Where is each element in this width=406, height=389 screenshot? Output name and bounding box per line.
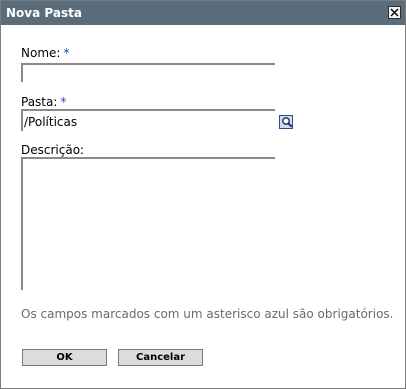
name-field[interactable] [21, 63, 275, 85]
magnifier-icon [282, 117, 293, 128]
folder-label-text: Pasta: [21, 95, 58, 109]
name-label: Nome: * [21, 46, 69, 60]
dialog-title: Nova Pasta [6, 6, 82, 20]
cancel-button[interactable]: Cancelar [118, 349, 203, 366]
name-input[interactable] [23, 67, 275, 85]
folder-field[interactable] [21, 109, 275, 132]
description-label: Descrição: [21, 143, 85, 157]
new-folder-dialog: Nova Pasta Nome:* Pasta:* Descrição: Os … [0, 0, 406, 389]
name-label-text: Nome: [21, 46, 61, 60]
dialog-titlebar[interactable]: Nova Pasta [1, 1, 405, 25]
folder-required-asterisk: * [60, 95, 67, 109]
ok-button[interactable]: OK [22, 349, 107, 366]
folder-input[interactable] [23, 112, 275, 132]
name-required-asterisk: * [63, 46, 70, 60]
close-icon [390, 8, 399, 17]
required-fields-note: Os campos marcados com um asterisco azul… [21, 307, 394, 321]
description-textarea[interactable] [23, 159, 275, 290]
browse-folder-button[interactable] [279, 115, 293, 129]
close-button[interactable] [388, 6, 401, 19]
folder-label: Pasta: * [21, 95, 66, 109]
description-field[interactable] [21, 157, 275, 290]
